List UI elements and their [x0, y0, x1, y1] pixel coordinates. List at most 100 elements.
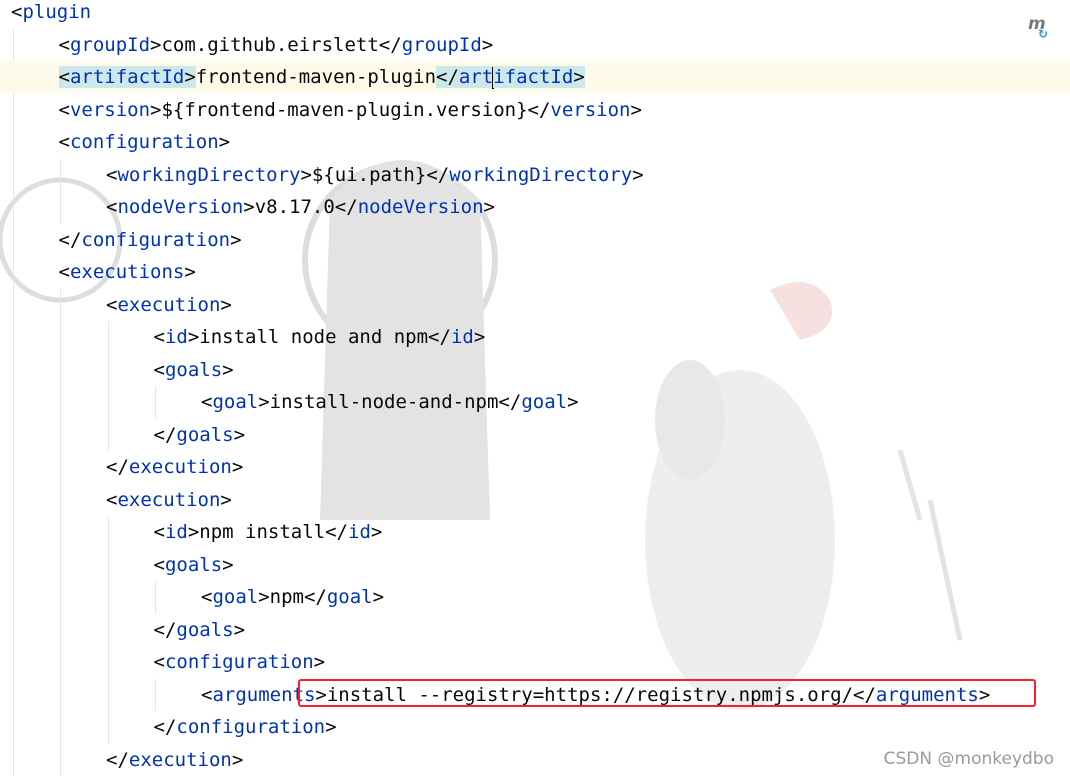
code-line[interactable]: <goals>	[0, 354, 1070, 386]
code-line[interactable]: <workingDirectory>${ui.path}</workingDir…	[0, 159, 1070, 191]
xml-tag-name: artifactId	[69, 66, 185, 88]
xml-text: >	[184, 66, 196, 88]
xml-text: >npm install</	[187, 521, 348, 543]
code-line[interactable]: <artifactId>frontend-maven-plugin</artif…	[0, 61, 1070, 93]
xml-tag-name: execution	[128, 748, 232, 771]
xml-text: >	[473, 326, 486, 348]
code-line[interactable]: <execution>	[0, 484, 1070, 516]
xml-tag-name: configuration	[164, 651, 314, 673]
xml-text: >	[313, 651, 326, 673]
xml-text: <	[11, 1, 23, 23]
xml-tag-name: goal	[212, 391, 259, 413]
xml-text: >	[218, 131, 231, 153]
xml-text: <	[106, 488, 118, 511]
xml-text: <	[58, 33, 70, 56]
code-line[interactable]: </configuration>	[0, 224, 1070, 256]
xml-tag-name: goal	[326, 586, 373, 608]
xml-text: >	[230, 228, 242, 251]
code-line[interactable]: <version>${frontend-maven-plugin.version…	[0, 94, 1070, 126]
code-line[interactable]: <plugin	[0, 0, 1070, 28]
xml-tag-name: executions	[69, 261, 185, 283]
xml-tag-name: goal	[212, 586, 259, 608]
xml-tag-name: goal	[521, 391, 568, 413]
xml-tag-name: execution	[117, 293, 221, 316]
xml-text: </	[58, 228, 82, 251]
xml-text: >	[184, 261, 196, 283]
xml-text: </	[106, 748, 129, 771]
xml-tag-name: goals	[176, 423, 234, 446]
xml-text: >install-node-and-npm</	[258, 391, 522, 413]
xml-text: >	[632, 163, 644, 186]
xml-text: </	[153, 716, 177, 738]
xml-tag-name: id	[164, 326, 188, 348]
xml-tag-name: goals	[164, 553, 223, 576]
xml-text: <	[153, 326, 165, 348]
xml-text: >install node and npm</	[187, 326, 451, 348]
code-editor[interactable]: <plugin <groupId>com.github.eirslett</gro…	[0, 0, 1070, 779]
xml-text: <	[58, 261, 70, 283]
xml-tag-name: execution	[128, 456, 232, 478]
xml-tag-name: id	[348, 521, 371, 543]
xml-text: </	[436, 66, 459, 88]
xml-tag-name: goals	[176, 618, 234, 641]
xml-text: frontend-maven-plugin	[195, 66, 437, 88]
xml-tag-name: nodeVersion	[117, 196, 244, 218]
xml-text: >npm</	[258, 586, 327, 608]
xml-tag-name: groupId	[401, 33, 482, 56]
xml-tag-name: configuration	[81, 228, 231, 251]
xml-text: >	[481, 33, 494, 56]
code-line[interactable]: </configuration>	[0, 711, 1070, 743]
xml-text: <	[201, 683, 213, 706]
xml-tag-name: version	[69, 98, 151, 121]
xml-text: <	[153, 651, 165, 673]
highlight-box	[298, 679, 1036, 707]
xml-text: >	[222, 553, 234, 576]
xml-tag-name: ifactId	[493, 66, 574, 88]
maven-reload-icon[interactable]: m ↻	[1026, 14, 1052, 42]
xml-text: >${ui.path}</	[300, 163, 450, 186]
xml-tag-name: configuration	[69, 131, 219, 153]
xml-text: >	[370, 521, 383, 543]
code-line[interactable]: <id>install node and npm</id>	[0, 321, 1070, 353]
code-line[interactable]: </goals>	[0, 419, 1070, 451]
code-line[interactable]: <configuration>	[0, 646, 1070, 678]
xml-text: <	[58, 66, 70, 88]
xml-text: <	[201, 391, 213, 413]
xml-text: <	[106, 163, 118, 186]
code-line[interactable]: <configuration>	[0, 126, 1070, 158]
xml-text: <	[153, 553, 165, 576]
xml-tag-name: workingDirectory	[449, 163, 633, 186]
code-line[interactable]: <goal>npm</goal>	[0, 581, 1070, 613]
credit-watermark: CSDN @monkeydbo	[883, 749, 1054, 769]
code-line[interactable]: <nodeVersion>v8.17.0</nodeVersion>	[0, 191, 1070, 223]
code-line[interactable]: <execution>	[0, 289, 1070, 321]
code-line[interactable]: <id>npm install</id>	[0, 516, 1070, 548]
code-line[interactable]: </goals>	[0, 614, 1070, 646]
xml-text: >	[231, 748, 244, 771]
xml-tag-name: goals	[164, 358, 223, 381]
xml-tag-name: groupId	[69, 33, 151, 56]
xml-text: <	[201, 586, 213, 608]
xml-tag-name: workingDirectory	[117, 163, 301, 186]
xml-text: >	[231, 456, 244, 478]
xml-tag-name: version	[550, 98, 631, 121]
code-line[interactable]: <groupId>com.github.eirslett</groupId>	[0, 29, 1070, 61]
xml-text: >	[483, 196, 495, 218]
code-line[interactable]: <goals>	[0, 549, 1070, 581]
code-line[interactable]: <executions>	[0, 256, 1070, 288]
xml-tag-name: configuration	[176, 716, 326, 738]
xml-text: >com.github.eirslett</	[150, 33, 402, 56]
xml-text: <	[106, 196, 118, 218]
xml-text: <	[153, 521, 165, 543]
xml-text: >	[220, 293, 232, 316]
code-line[interactable]: </execution>	[0, 451, 1070, 483]
xml-tag-name: art	[458, 66, 494, 88]
xml-text: <	[153, 358, 165, 381]
xml-text: <	[58, 98, 70, 121]
xml-text: >	[233, 618, 246, 641]
code-line[interactable]: <goal>install-node-and-npm</goal>	[0, 386, 1070, 418]
xml-text: >v8.17.0</	[243, 196, 358, 218]
xml-tag-name: plugin	[22, 1, 92, 23]
xml-text: </	[153, 618, 177, 641]
xml-text: >	[567, 391, 579, 413]
